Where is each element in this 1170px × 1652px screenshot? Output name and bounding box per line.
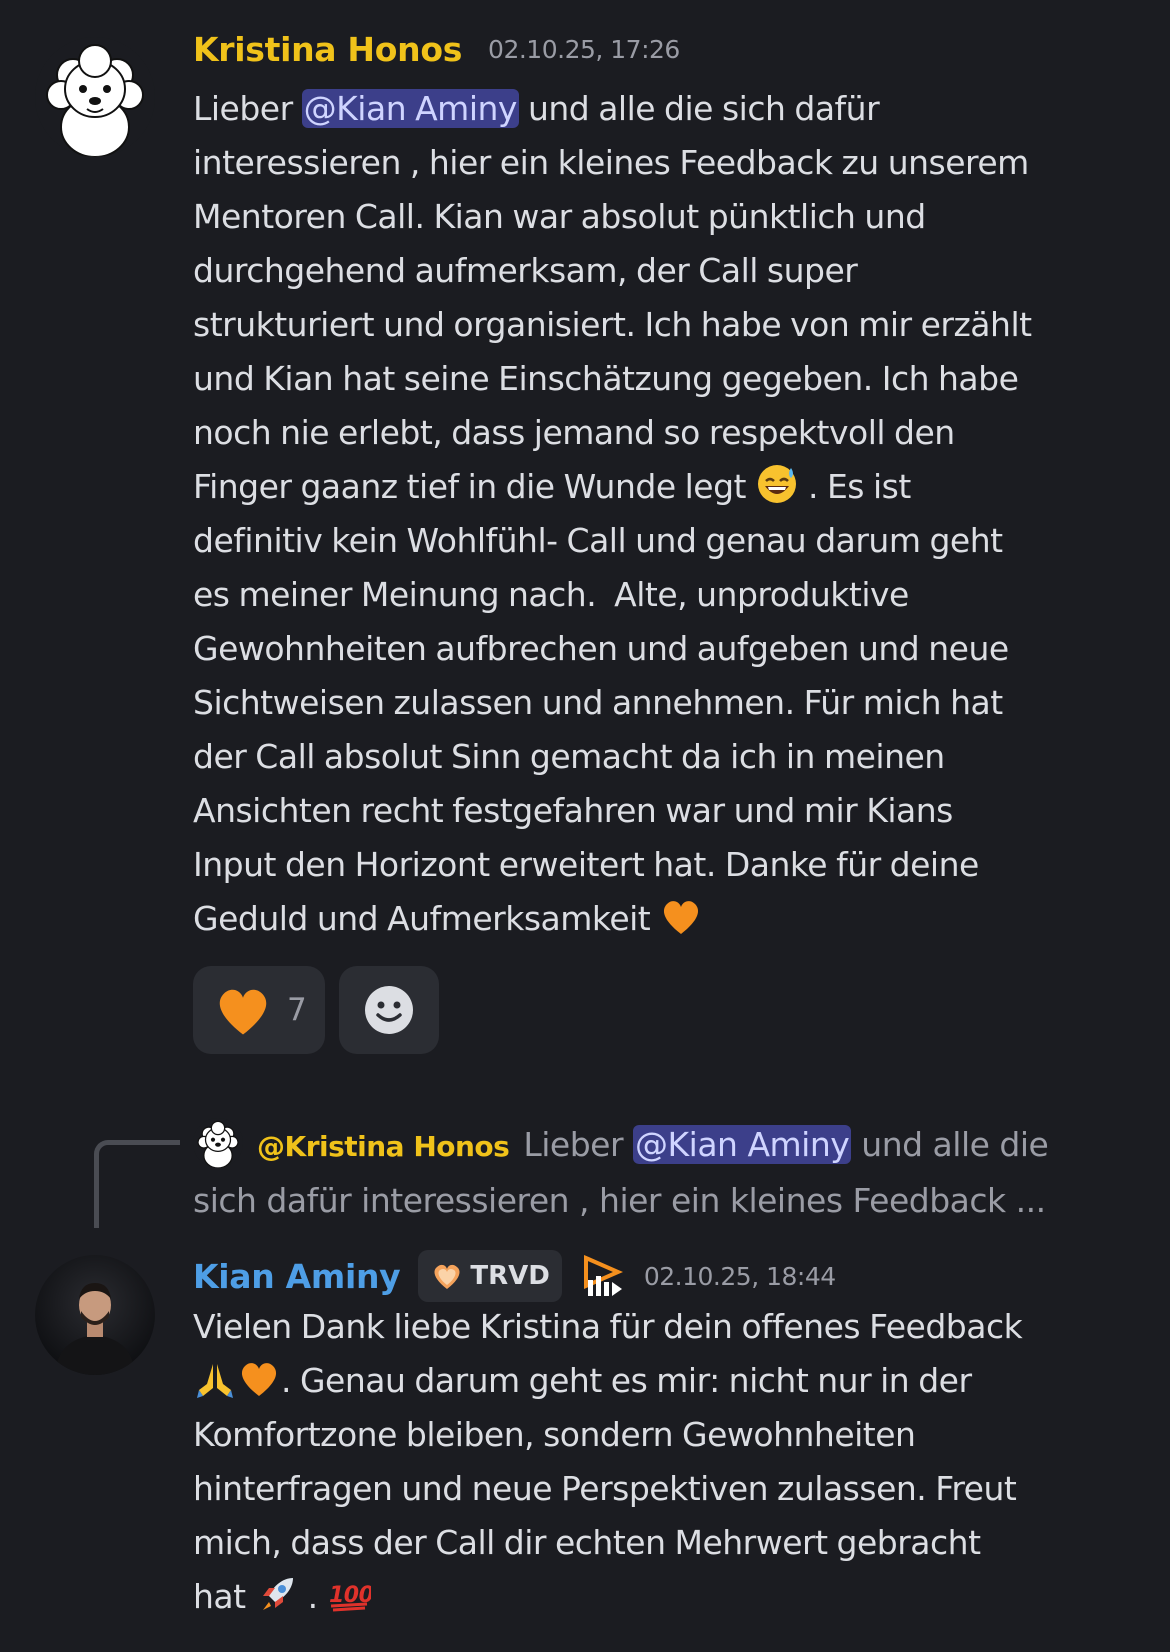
- message-line: . Genau darum geht es mir: nicht nur in …: [193, 1354, 1163, 1408]
- message-content: Vielen Dank liebe Kristina für dein offe…: [193, 1300, 1163, 1624]
- folded-hands-emoji-icon: [193, 1356, 237, 1400]
- message-line: und Kian hat seine Einschätzung gegeben.…: [193, 359, 1019, 398]
- message-line: hinterfragen und neue Perspektiven zulas…: [193, 1469, 1017, 1508]
- message-line: mich, dass der Call dir echten Mehrwert …: [193, 1523, 981, 1562]
- message-line: Vielen Dank liebe Kristina für dein offe…: [193, 1307, 1023, 1346]
- message-line: strukturiert und organisiert. Ich habe v…: [193, 305, 1032, 344]
- author-name[interactable]: Kian Aminy: [193, 1257, 401, 1296]
- add-reaction-icon: [359, 980, 419, 1040]
- reaction-count: 7: [287, 992, 307, 1028]
- orange-heart-emoji-icon: [659, 894, 703, 938]
- message-line: interessieren , hier ein kleines Feedbac…: [193, 143, 1029, 182]
- author-avatar-kian[interactable]: [35, 1255, 155, 1375]
- message-content: Lieber @Kian Aminy und alle die sich daf…: [193, 82, 1163, 946]
- reply-author-avatar: [193, 1118, 243, 1168]
- message-line: der Call absolut Sinn gemacht da ich in …: [193, 737, 945, 776]
- poodle-avatar-image: [35, 37, 155, 157]
- user-mention[interactable]: @Kian Aminy: [633, 1125, 852, 1164]
- author-name[interactable]: Kristina Honos: [193, 30, 462, 69]
- role-icon[interactable]: [578, 1252, 626, 1300]
- orange-heart-emoji-icon: [237, 1356, 281, 1400]
- message-header: Kristina Honos 02.10.25, 17:26: [193, 30, 680, 69]
- reaction-bar: 7: [193, 966, 439, 1054]
- heart-badge-icon: [430, 1259, 464, 1293]
- message-header: Kian Aminy TRVD 02.10.25, 18:44: [193, 1250, 836, 1302]
- hundred-points-emoji-icon: 100: [327, 1572, 371, 1616]
- message-line: noch nie erlebt, dass jemand so respektv…: [193, 413, 955, 452]
- message-line: Gewohnheiten aufbrechen und aufgeben und…: [193, 629, 1009, 668]
- reply-preview-line: sich dafür interessieren , hier ein klei…: [193, 1181, 1046, 1220]
- message-line: Sichtweisen zulassen und annehmen. Für m…: [193, 683, 1003, 722]
- message-line: es meiner Meinung nach. Alte, unprodukti…: [193, 575, 909, 614]
- message-line: durchgehend aufmerksam, der Call super: [193, 251, 858, 290]
- message-line: hat . 100: [193, 1570, 1163, 1624]
- message-line: Geduld und Aufmerksamkeit: [193, 892, 1163, 946]
- server-tag-text: TRVD: [470, 1261, 550, 1291]
- add-reaction-button[interactable]: [338, 966, 439, 1054]
- reply-preview[interactable]: @Kristina Honos Lieber @Kian Aminy und al…: [193, 1118, 1153, 1228]
- message-line: Mentoren Call. Kian war absolut pünktlic…: [193, 197, 926, 236]
- message-line: Komfortzone bleiben, sondern Gewohnheite…: [193, 1415, 916, 1454]
- rocket-emoji-icon: [255, 1572, 299, 1616]
- reply-author-name[interactable]: @Kristina Honos: [257, 1130, 510, 1163]
- message-line: Input den Horizont erweitert hat. Danke …: [193, 845, 979, 884]
- message-timestamp: 02.10.25, 18:44: [643, 1261, 836, 1291]
- author-avatar-kristina[interactable]: [35, 37, 155, 157]
- sweat-smile-emoji-icon: [755, 462, 799, 506]
- message-line: Finger gaanz tief in die Wunde legt . Es…: [193, 460, 1163, 514]
- message-timestamp: 02.10.25, 17:26: [488, 35, 680, 64]
- reply-preview-line: @Kristina Honos Lieber @Kian Aminy und al…: [193, 1118, 1153, 1174]
- message-line: definitiv kein Wohlfühl- Call und genau …: [193, 521, 1003, 560]
- orange-heart-icon: [213, 980, 273, 1040]
- reply-connector-line: [94, 1140, 180, 1228]
- user-mention[interactable]: @Kian Aminy: [301, 89, 519, 128]
- server-tag-badge[interactable]: TRVD: [418, 1250, 562, 1302]
- message-line: Ansichten recht festgefahren war und mir…: [193, 791, 953, 830]
- message-line: Lieber @Kian Aminy und alle die sich daf…: [193, 89, 880, 128]
- man-photo-avatar-image: [35, 1255, 155, 1375]
- reaction-orange-heart[interactable]: 7: [193, 966, 325, 1054]
